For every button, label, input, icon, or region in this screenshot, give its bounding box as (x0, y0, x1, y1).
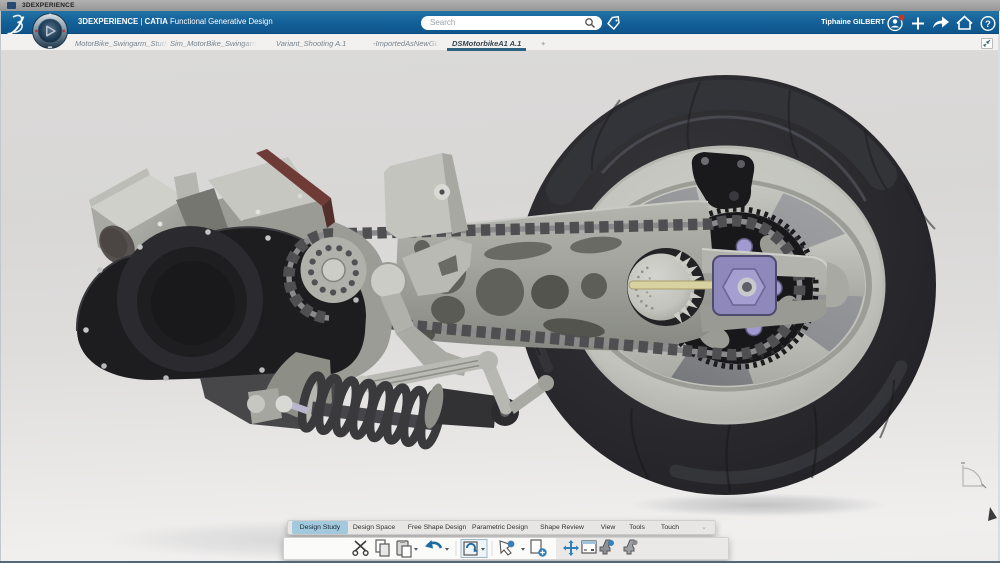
svg-text:?: ? (985, 19, 991, 30)
